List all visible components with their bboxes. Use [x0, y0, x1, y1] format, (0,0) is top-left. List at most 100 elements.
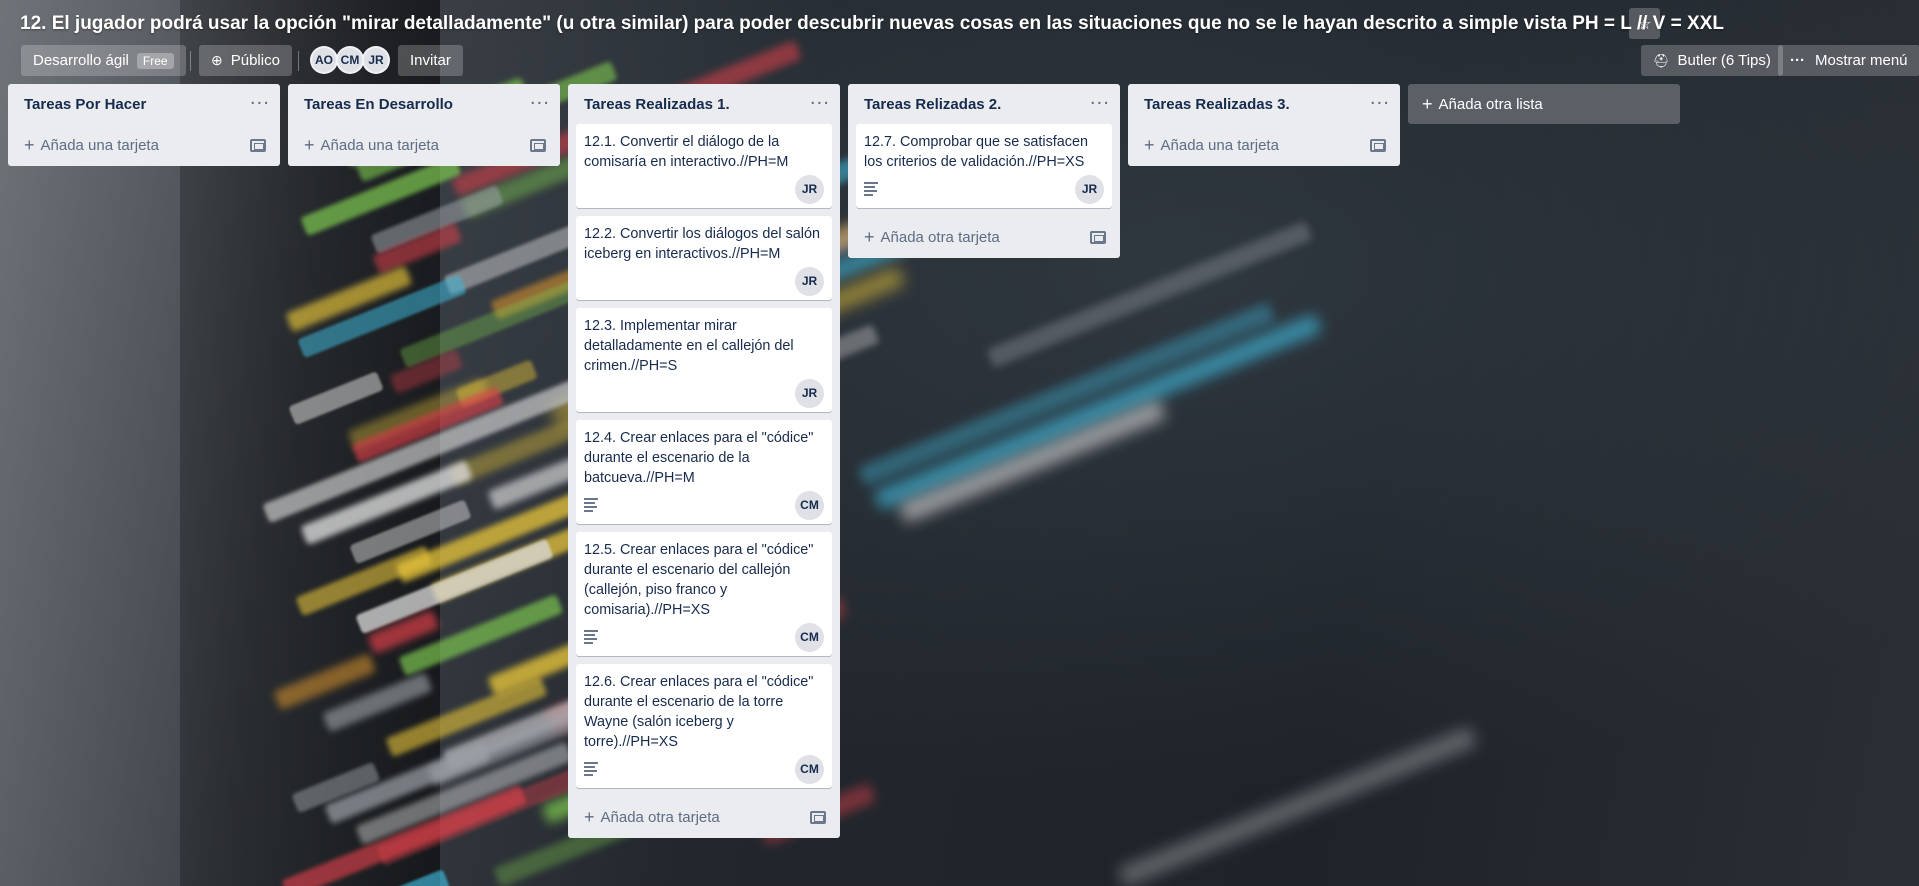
description-icon — [584, 762, 598, 776]
card-title: 12.4. Crear enlaces para el "códice" dur… — [584, 430, 814, 486]
board-title[interactable]: 12. El jugador podrá usar la opción "mir… — [20, 10, 1724, 38]
card[interactable]: 12.1. Convertir el diálogo de la comisar… — [576, 124, 832, 208]
member-avatar[interactable]: CM — [336, 46, 364, 74]
card-list: 12.7. Comprobar que se satisfacen los cr… — [848, 124, 1120, 208]
list-title[interactable]: Tareas Realizadas 3. — [1144, 96, 1290, 113]
card-member-avatar[interactable]: JR — [795, 378, 824, 408]
card-title: 12.6. Crear enlaces para el "códice" dur… — [584, 674, 814, 750]
add-list-button[interactable]: + Añada otra lista — [1408, 84, 1680, 124]
list-title[interactable]: Tareas Realizadas 1. — [584, 96, 730, 113]
card-title: 12.5. Crear enlaces para el "códice" dur… — [584, 542, 814, 618]
add-card-button[interactable]: + Añada una tarjeta — [304, 136, 439, 154]
card-member-avatar[interactable]: JR — [795, 266, 824, 296]
list-menu-icon[interactable]: ··· — [1090, 95, 1110, 113]
plus-icon: + — [1144, 135, 1155, 155]
ellipsis-icon: ··· — [1790, 52, 1805, 69]
card-title: 12.1. Convertir el diálogo de la comisar… — [584, 134, 789, 170]
card-template-icon[interactable] — [250, 138, 266, 152]
list-header[interactable]: Tareas Realizadas 3. ··· — [1128, 84, 1400, 124]
list-menu-icon[interactable]: ··· — [1370, 95, 1390, 113]
butler-icon: ⛑ — [1653, 52, 1670, 68]
butler-button[interactable]: ⛑ Butler (6 Tips) — [1641, 45, 1783, 76]
show-menu-label: Mostrar menú — [1815, 52, 1908, 69]
add-card-label: Añada una tarjeta — [40, 136, 159, 154]
add-list-label: Añada otra lista — [1438, 95, 1543, 113]
card[interactable]: 12.5. Crear enlaces para el "códice" dur… — [576, 532, 832, 656]
card-title: 12.3. Implementar mirar detalladamente e… — [584, 318, 794, 374]
add-card-button[interactable]: + Añada una tarjeta — [1144, 136, 1279, 154]
plus-icon: + — [864, 227, 875, 247]
list-header[interactable]: Tareas Relizadas 2. ··· — [848, 84, 1120, 124]
visibility-button[interactable]: ⊕ Público — [199, 45, 292, 76]
card-template-icon[interactable] — [530, 138, 546, 152]
card[interactable]: 12.6. Crear enlaces para el "códice" dur… — [576, 664, 832, 788]
invite-label: Invitar — [410, 52, 451, 69]
list-header[interactable]: Tareas Realizadas 1. ··· — [568, 84, 840, 124]
add-card-label: Añada una tarjeta — [1160, 136, 1279, 154]
list-menu-icon[interactable]: ··· — [810, 95, 830, 113]
card-member-avatar[interactable]: CM — [795, 622, 824, 652]
card[interactable]: 12.4. Crear enlaces para el "códice" dur… — [576, 420, 832, 524]
card-template-icon[interactable] — [1370, 138, 1386, 152]
member-avatar[interactable]: JR — [362, 46, 390, 74]
team-name: Desarrollo ágil — [33, 52, 129, 69]
card-badges: JR — [584, 264, 824, 296]
header-divider — [190, 51, 191, 71]
add-card-row: + Añada otra tarjeta — [848, 216, 1120, 258]
plus-icon: + — [304, 135, 315, 155]
card-list: 12.1. Convertir el diálogo de la comisar… — [568, 124, 840, 788]
add-card-button[interactable]: + Añada otra tarjeta — [584, 808, 720, 826]
list: Tareas Realizadas 3. ··· + Añada una tar… — [1128, 84, 1400, 166]
list-menu-icon[interactable]: ··· — [530, 95, 550, 113]
card-badges: JR — [584, 172, 824, 204]
list-title[interactable]: Tareas Por Hacer — [24, 96, 146, 113]
invite-button[interactable]: Invitar — [398, 45, 463, 76]
list-header[interactable]: Tareas Por Hacer ··· — [8, 84, 280, 124]
add-card-row: + Añada otra tarjeta — [568, 796, 840, 838]
visibility-label: Público — [230, 52, 280, 69]
add-card-label: Añada otra tarjeta — [600, 808, 720, 826]
description-icon — [864, 182, 878, 196]
add-card-row: + Añada una tarjeta — [1128, 124, 1400, 166]
plan-badge: Free — [136, 52, 174, 69]
card[interactable]: 12.2. Convertir los diálogos del salón i… — [576, 216, 832, 300]
card-member-avatar[interactable]: CM — [795, 490, 824, 520]
add-card-button[interactable]: + Añada una tarjeta — [24, 136, 159, 154]
list-header[interactable]: Tareas En Desarrollo ··· — [288, 84, 560, 124]
card-title: 12.2. Convertir los diálogos del salón i… — [584, 226, 820, 262]
background-code-stroke — [873, 313, 1323, 510]
globe-icon: ⊕ — [211, 52, 223, 68]
list-title[interactable]: Tareas Relizadas 2. — [864, 96, 1001, 113]
list-menu-icon[interactable]: ··· — [250, 95, 270, 113]
butler-label: Butler (6 Tips) — [1677, 52, 1771, 69]
list-title[interactable]: Tareas En Desarrollo — [304, 96, 453, 113]
plus-icon: + — [584, 807, 595, 827]
card-badges: CM — [584, 752, 824, 784]
add-card-label: Añada una tarjeta — [320, 136, 439, 154]
member-avatar[interactable]: AO — [310, 46, 338, 74]
star-button[interactable]: ☆ — [1629, 8, 1660, 39]
description-icon — [584, 498, 598, 512]
header-divider — [298, 51, 299, 71]
list: Tareas En Desarrollo ··· + Añada una tar… — [288, 84, 560, 166]
board-members: AO CM JR — [310, 46, 390, 74]
card-template-icon[interactable] — [810, 810, 826, 824]
show-menu-button[interactable]: ··· Mostrar menú — [1778, 45, 1919, 76]
description-icon — [584, 630, 598, 644]
card[interactable]: 12.3. Implementar mirar detalladamente e… — [576, 308, 832, 412]
card-member-avatar[interactable]: CM — [795, 754, 824, 784]
card-badges: JR — [864, 172, 1104, 204]
list: Tareas Relizadas 2. ··· 12.7. Comprobar … — [848, 84, 1120, 258]
add-card-row: + Añada una tarjeta — [288, 124, 560, 166]
card[interactable]: 12.7. Comprobar que se satisfacen los cr… — [856, 124, 1112, 208]
team-button[interactable]: Desarrollo ágil Free — [21, 45, 186, 76]
card-member-avatar[interactable]: JR — [795, 174, 824, 204]
add-card-button[interactable]: + Añada otra tarjeta — [864, 228, 1000, 246]
star-icon: ☆ — [1637, 14, 1652, 33]
card-title: 12.7. Comprobar que se satisfacen los cr… — [864, 134, 1088, 170]
card-member-avatar[interactable]: JR — [1075, 174, 1104, 204]
card-template-icon[interactable] — [1090, 230, 1106, 244]
background-code-stroke — [1117, 725, 1478, 886]
card-badges: JR — [584, 376, 824, 408]
card-badges: CM — [584, 620, 824, 652]
